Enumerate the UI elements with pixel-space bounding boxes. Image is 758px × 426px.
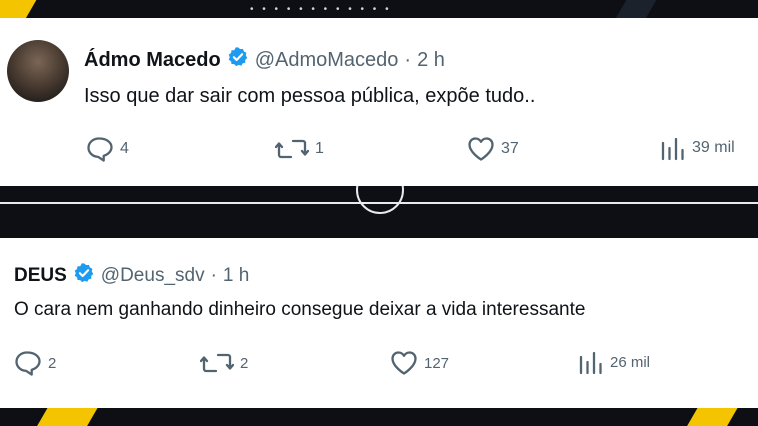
tweet-card[interactable]: DEUS @Deus_sdv · 1 h O cara nem ganhando… bbox=[0, 238, 758, 408]
yellow-accent-stripe bbox=[682, 408, 738, 426]
background-strip-bottom bbox=[0, 408, 758, 426]
decorative-dots: • • • • • • • • • • • • bbox=[250, 4, 392, 15]
separator: · bbox=[210, 265, 217, 286]
views-button[interactable]: 26 mil bbox=[578, 349, 650, 375]
display-name[interactable]: Ádmo Macedo bbox=[84, 49, 221, 72]
views-icon bbox=[579, 351, 602, 375]
display-name[interactable]: DEUS bbox=[14, 265, 67, 287]
view-count: 39 mil bbox=[692, 139, 735, 156]
timestamp[interactable]: 1 h bbox=[223, 265, 249, 287]
reply-count: 2 bbox=[48, 354, 57, 372]
background-strip-top: • • • • • • • • • • • • bbox=[0, 0, 758, 18]
verified-badge-icon bbox=[73, 262, 95, 290]
background-strip-middle bbox=[0, 186, 758, 238]
retweet-count: 1 bbox=[315, 140, 324, 157]
tweet-text: Isso que dar sair com pessoa pública, ex… bbox=[84, 85, 536, 107]
reply-button[interactable]: 2 bbox=[14, 350, 56, 376]
retweet-button[interactable]: 2 bbox=[200, 352, 248, 374]
avatar[interactable] bbox=[7, 40, 69, 102]
tweet-header: Ádmo Macedo @AdmoMacedo · 2 h bbox=[84, 46, 445, 74]
reply-count: 4 bbox=[120, 140, 129, 157]
handle[interactable]: @Deus_sdv bbox=[101, 265, 205, 287]
retweet-icon bbox=[200, 353, 234, 373]
tweet-header: DEUS @Deus_sdv · 1 h bbox=[14, 262, 249, 290]
view-count: 26 mil bbox=[610, 353, 651, 371]
tweet-text: O cara nem ganhando dinheiro consegue de… bbox=[14, 299, 586, 320]
retweet-button[interactable]: 1 bbox=[275, 138, 324, 160]
like-icon bbox=[391, 351, 417, 375]
separator: · bbox=[404, 48, 412, 71]
handle[interactable]: @AdmoMacedo bbox=[255, 49, 399, 72]
dark-accent-stripe bbox=[611, 0, 659, 18]
reply-button[interactable]: 4 bbox=[86, 136, 129, 162]
like-button[interactable]: 37 bbox=[467, 136, 519, 162]
field-circle bbox=[356, 186, 404, 214]
yellow-accent-stripe bbox=[0, 0, 39, 18]
reply-icon bbox=[15, 351, 41, 376]
tweet-card[interactable]: Ádmo Macedo @AdmoMacedo · 2 h Isso que d… bbox=[0, 18, 758, 186]
verified-badge-icon bbox=[227, 46, 249, 74]
reply-icon bbox=[87, 137, 113, 162]
like-button[interactable]: 127 bbox=[390, 350, 449, 376]
views-icon bbox=[661, 137, 684, 161]
like-count: 37 bbox=[501, 140, 519, 157]
like-icon bbox=[468, 137, 494, 161]
retweet-icon bbox=[275, 139, 309, 159]
views-button[interactable]: 39 mil bbox=[660, 135, 735, 161]
yellow-accent-stripe bbox=[32, 408, 98, 426]
timestamp[interactable]: 2 h bbox=[417, 49, 445, 72]
like-count: 127 bbox=[424, 354, 450, 372]
retweet-count: 2 bbox=[240, 354, 249, 372]
